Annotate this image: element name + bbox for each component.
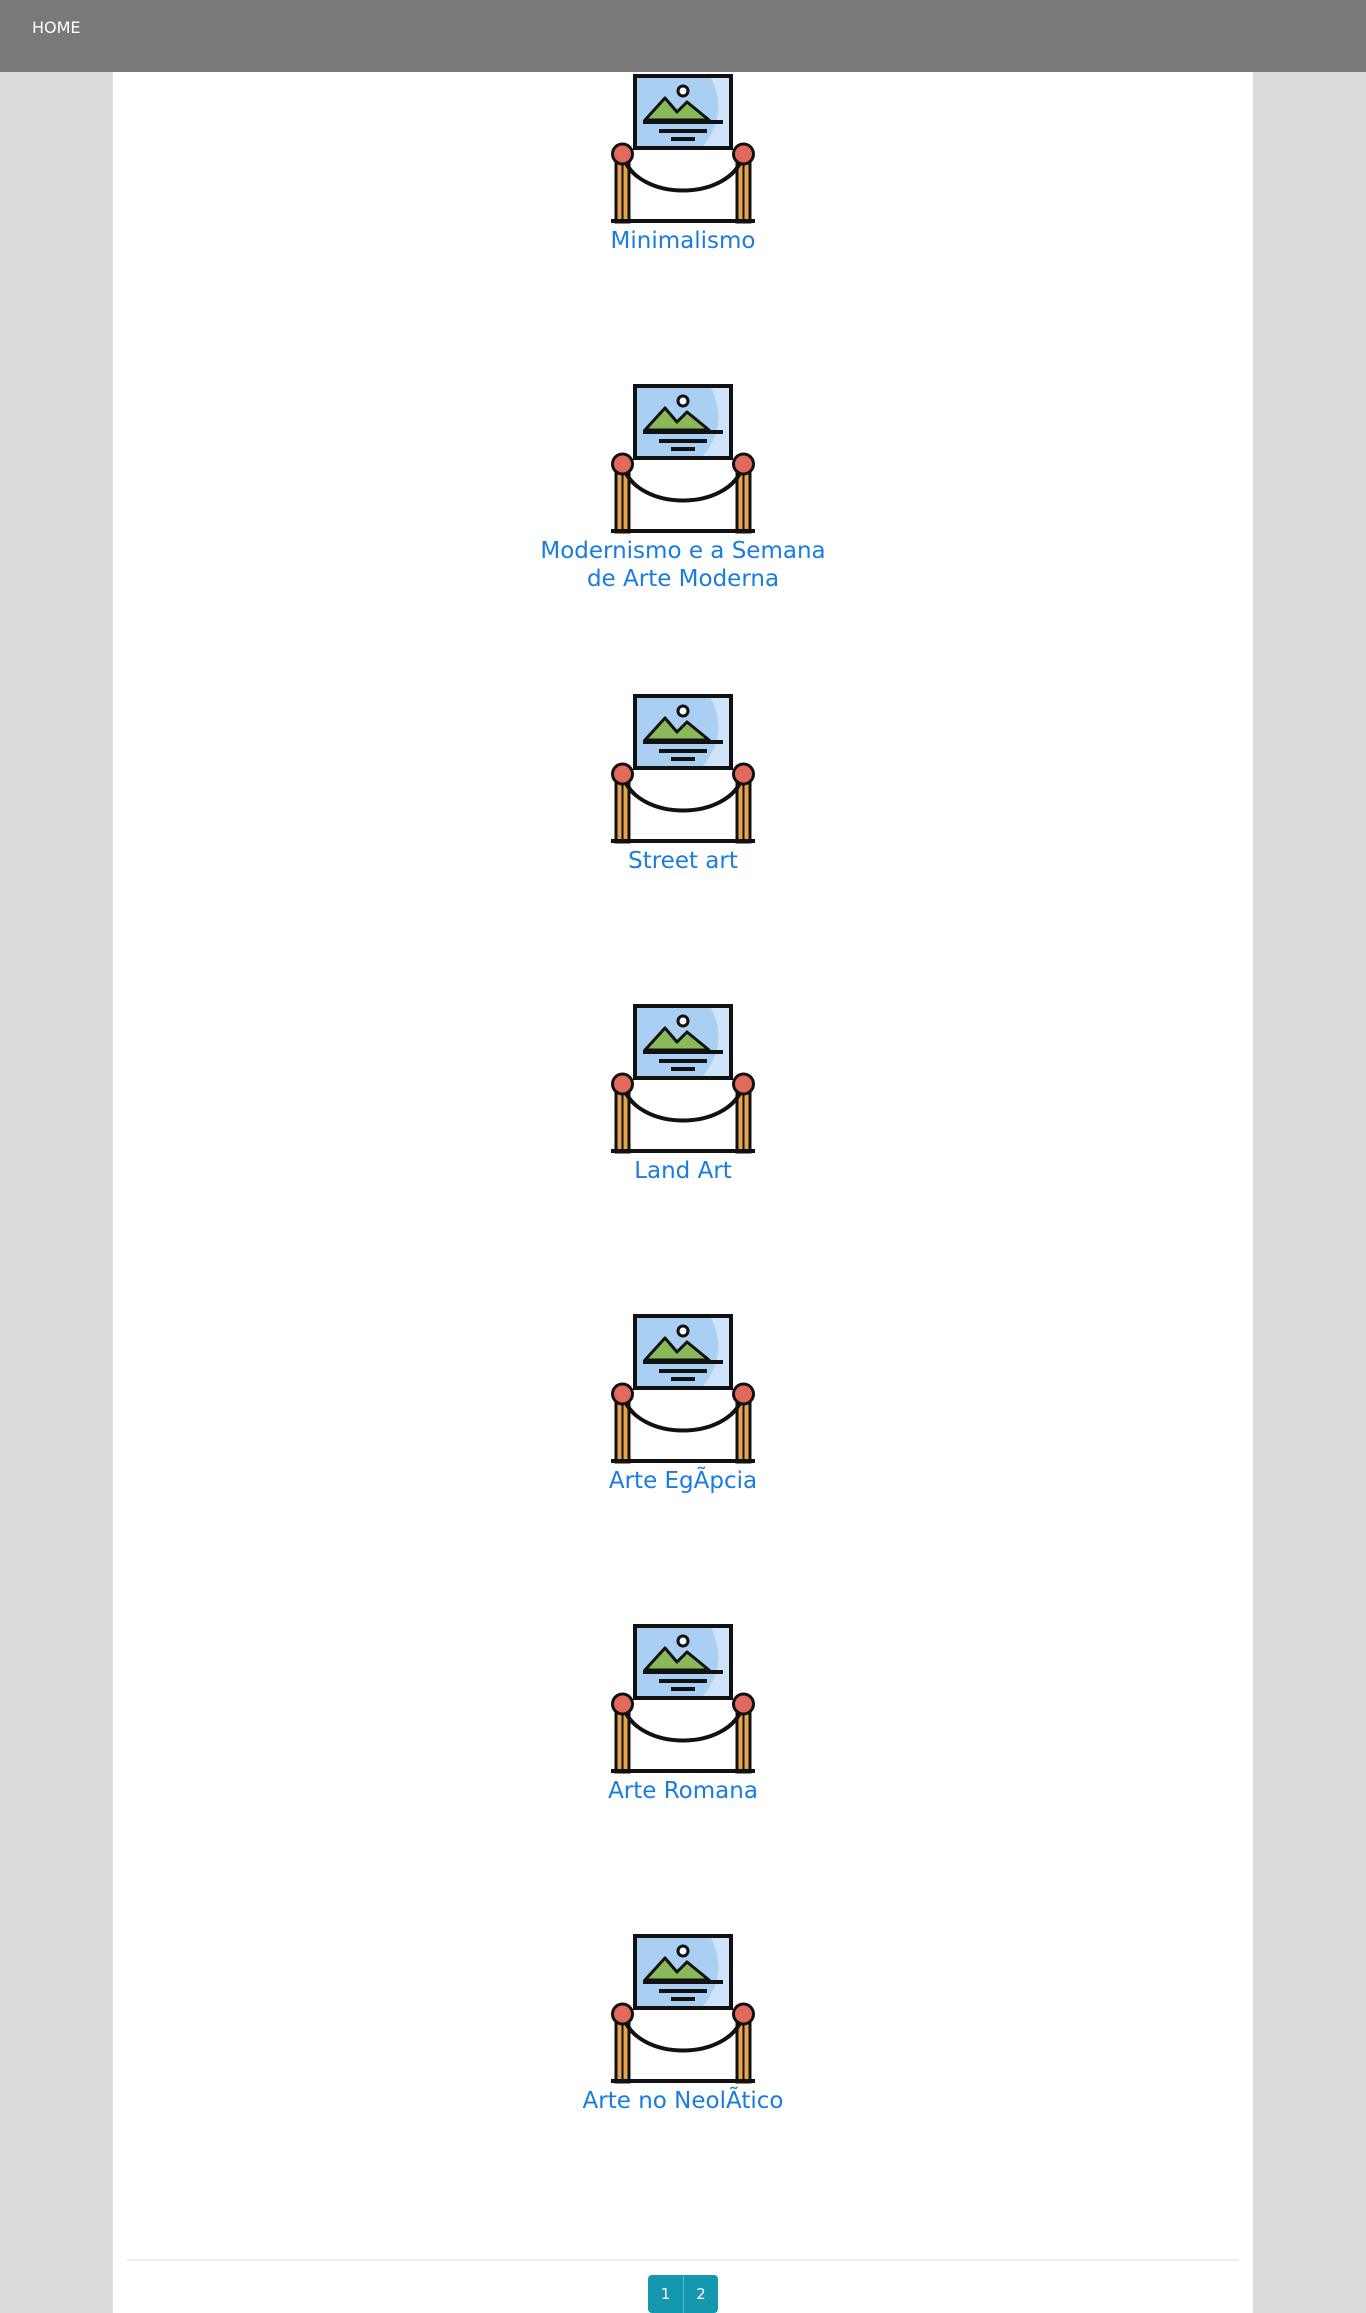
- gallery-item: Modernismo e a Semana de Arte Moderna: [113, 384, 1253, 593]
- gallery-item-link[interactable]: Arte EgÃpcia: [609, 1467, 757, 1495]
- gallery-item: Arte Romana: [113, 1624, 1253, 1805]
- art-gallery-painting-icon[interactable]: [607, 384, 759, 536]
- pagination: 1 2: [648, 2275, 718, 2313]
- gallery-item-link[interactable]: Street art: [628, 847, 738, 875]
- gallery-item: Land Art: [113, 1004, 1253, 1185]
- gallery-item-link[interactable]: Arte no NeolÃtico: [583, 2087, 784, 2115]
- art-gallery-painting-icon[interactable]: [607, 1314, 759, 1466]
- divider: [127, 2259, 1239, 2261]
- art-gallery-painting-icon[interactable]: [607, 1934, 759, 2086]
- art-gallery-painting-icon[interactable]: [607, 694, 759, 846]
- gallery-item-link[interactable]: Arte Romana: [608, 1777, 758, 1805]
- art-gallery-painting-icon[interactable]: [607, 1004, 759, 1156]
- gallery-item: Minimalismo: [113, 74, 1253, 255]
- art-gallery-painting-icon[interactable]: [607, 74, 759, 226]
- gallery-item: Street art: [113, 694, 1253, 875]
- gallery-item-link[interactable]: Minimalismo: [611, 227, 756, 255]
- top-navbar: HOME: [0, 0, 1366, 72]
- gallery-item-link[interactable]: Modernismo e a Semana de Arte Moderna: [533, 537, 833, 593]
- gallery-container: Minimalismo Modernismo e a Semana de Art…: [113, 72, 1253, 2313]
- gallery-item-link[interactable]: Land Art: [634, 1157, 732, 1185]
- page-button-2[interactable]: 2: [683, 2275, 718, 2313]
- page-button-1[interactable]: 1: [648, 2275, 683, 2313]
- gallery-item: Arte EgÃpcia: [113, 1314, 1253, 1495]
- home-link[interactable]: HOME: [32, 18, 81, 37]
- art-gallery-painting-icon[interactable]: [607, 1624, 759, 1776]
- gallery-item: Arte no NeolÃtico: [113, 1934, 1253, 2115]
